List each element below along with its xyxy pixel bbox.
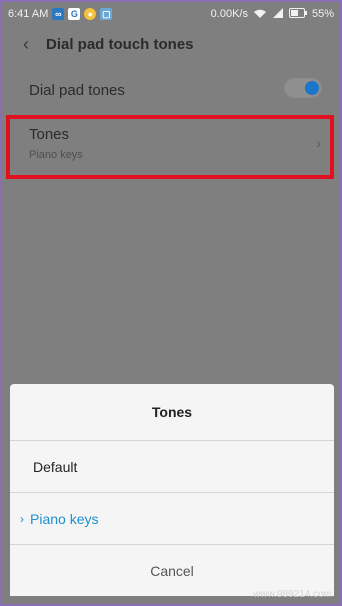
page-title: Dial pad touch tones — [46, 35, 194, 53]
watermark: www.989214.com — [253, 589, 332, 600]
option-piano-keys[interactable]: › Piano keys — [10, 493, 334, 544]
toggle-knob — [305, 81, 319, 95]
status-right: 0.00K/s 55% — [211, 7, 334, 22]
status-time: 6:41 AM — [8, 8, 49, 20]
battery-percent: 55% — [311, 8, 334, 20]
infinity-icon: ∞ — [52, 8, 65, 20]
option-piano-keys-label: Piano keys — [30, 510, 99, 527]
circle-app-icon: ● — [84, 8, 97, 20]
dial-pad-tones-toggle[interactable] — [284, 78, 322, 98]
app-bar: ‹ Dial pad touch tones — [2, 26, 340, 62]
network-speed: 0.00K/s — [210, 8, 248, 20]
selected-check-icon: › — [20, 511, 24, 526]
tones-highlight-box — [6, 115, 334, 179]
dial-pad-tones-row[interactable]: Dial pad tones — [2, 70, 340, 110]
dial-pad-tones-label: Dial pad tones — [29, 81, 125, 99]
tones-value: Piano keys — [29, 149, 83, 161]
tones-row[interactable]: Tones Piano keys › — [2, 115, 340, 179]
back-icon: ‹ — [23, 33, 29, 54]
wifi-icon — [253, 7, 267, 22]
square-app-icon: ▢ — [100, 8, 113, 20]
tones-bottom-sheet: Tones Default › Piano keys Cancel — [10, 384, 334, 596]
battery-icon — [288, 7, 307, 21]
option-default[interactable]: Default — [10, 441, 334, 492]
back-button[interactable]: ‹ — [12, 34, 40, 55]
chevron-right-icon: › — [316, 135, 321, 151]
status-bar: 6:41 AM ∞ G ● ▢ 0.00K/s 55% — [2, 2, 340, 26]
sheet-title: Tones — [151, 404, 193, 420]
g-icon: G — [68, 8, 81, 20]
option-default-label: Default — [33, 458, 78, 475]
signal-icon — [272, 7, 284, 22]
tones-label: Tones — [29, 126, 70, 143]
